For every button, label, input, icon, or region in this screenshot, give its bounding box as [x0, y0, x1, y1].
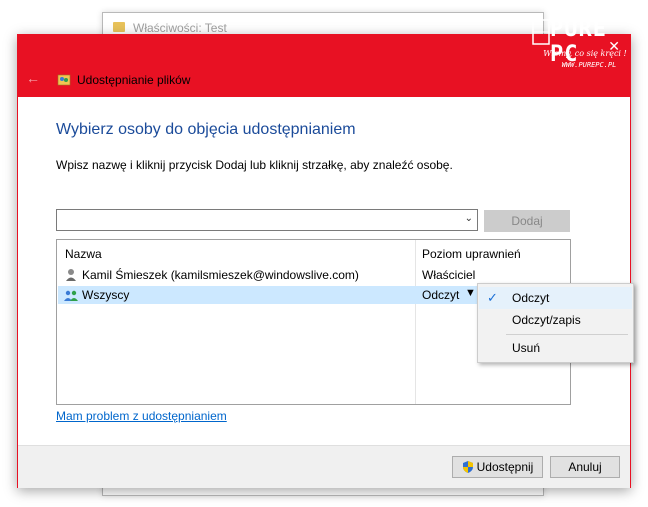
menu-item-read-write[interactable]: Odczyt/zapis	[479, 309, 632, 331]
chevron-down-icon[interactable]: ⌄	[465, 213, 473, 224]
logo-cube-icon	[532, 19, 550, 45]
share-button[interactable]: Udostępnij	[452, 456, 543, 478]
back-arrow-icon[interactable]: ←	[26, 70, 40, 86]
dropdown-arrow-icon[interactable]: ▼	[465, 287, 476, 299]
logo-brand: PURE PC	[550, 17, 607, 67]
background-window-title: Właściwości: Test	[133, 21, 227, 35]
menu-item-read[interactable]: ✓ Odczyt	[479, 287, 632, 309]
menu-item-label: Odczyt/zapis	[512, 313, 581, 327]
dialog-titlebar: ← Udostępnianie plików ✕ PURE PC Wiemy, …	[18, 17, 630, 97]
uac-shield-icon	[462, 461, 473, 473]
add-button[interactable]: Dodaj	[484, 210, 570, 232]
group-icon	[64, 290, 78, 301]
column-header-name[interactable]: Nazwa	[65, 247, 102, 261]
page-heading: Wybierz osoby do objęcia udostępnianiem	[56, 121, 356, 138]
permission-menu: ✓ Odczyt Odczyt/zapis Usuń	[477, 283, 634, 363]
menu-separator	[506, 334, 628, 335]
row-level: Właściciel	[422, 268, 476, 282]
user-icon	[66, 269, 76, 281]
help-link[interactable]: Mam problem z udostępnianiem	[56, 409, 227, 423]
checkmark-icon: ✓	[487, 290, 498, 305]
row-level-dropdown[interactable]: Odczyt	[422, 288, 459, 302]
instruction-text: Wpisz nazwę i kliknij przycisk Dodaj lub…	[56, 158, 453, 172]
column-header-level[interactable]: Poziom uprawnień	[422, 247, 521, 261]
folder-icon	[113, 22, 125, 32]
dialog-footer: Udostępnij Anuluj	[18, 445, 630, 488]
file-sharing-icon	[57, 74, 71, 86]
dialog-title: Udostępnianie plików	[77, 73, 191, 87]
purepc-logo: PURE PC Wiemy, co się kręci ! WWW.PUREPC…	[530, 15, 630, 77]
logo-url: WWW.PUREPC.PL	[561, 61, 617, 69]
logo-tagline: Wiemy, co się kręci !	[543, 49, 627, 58]
file-sharing-dialog: ← Udostępnianie plików ✕ PURE PC Wiemy, …	[17, 17, 631, 488]
cancel-button[interactable]: Anuluj	[550, 456, 620, 478]
column-divider	[415, 240, 416, 404]
menu-item-label: Odczyt	[512, 291, 550, 305]
row-name: Wszyscy	[82, 288, 130, 302]
row-name: Kamil Śmieszek (kamilsmieszek@windowsliv…	[82, 268, 359, 282]
share-button-label: Udostępnij	[476, 460, 534, 474]
menu-item-label: Usuń	[512, 341, 541, 355]
person-combo-input[interactable]: ⌄	[56, 209, 478, 231]
list-item[interactable]: Kamil Śmieszek (kamilsmieszek@windowsliv…	[58, 266, 569, 284]
menu-item-remove[interactable]: Usuń	[479, 337, 632, 359]
